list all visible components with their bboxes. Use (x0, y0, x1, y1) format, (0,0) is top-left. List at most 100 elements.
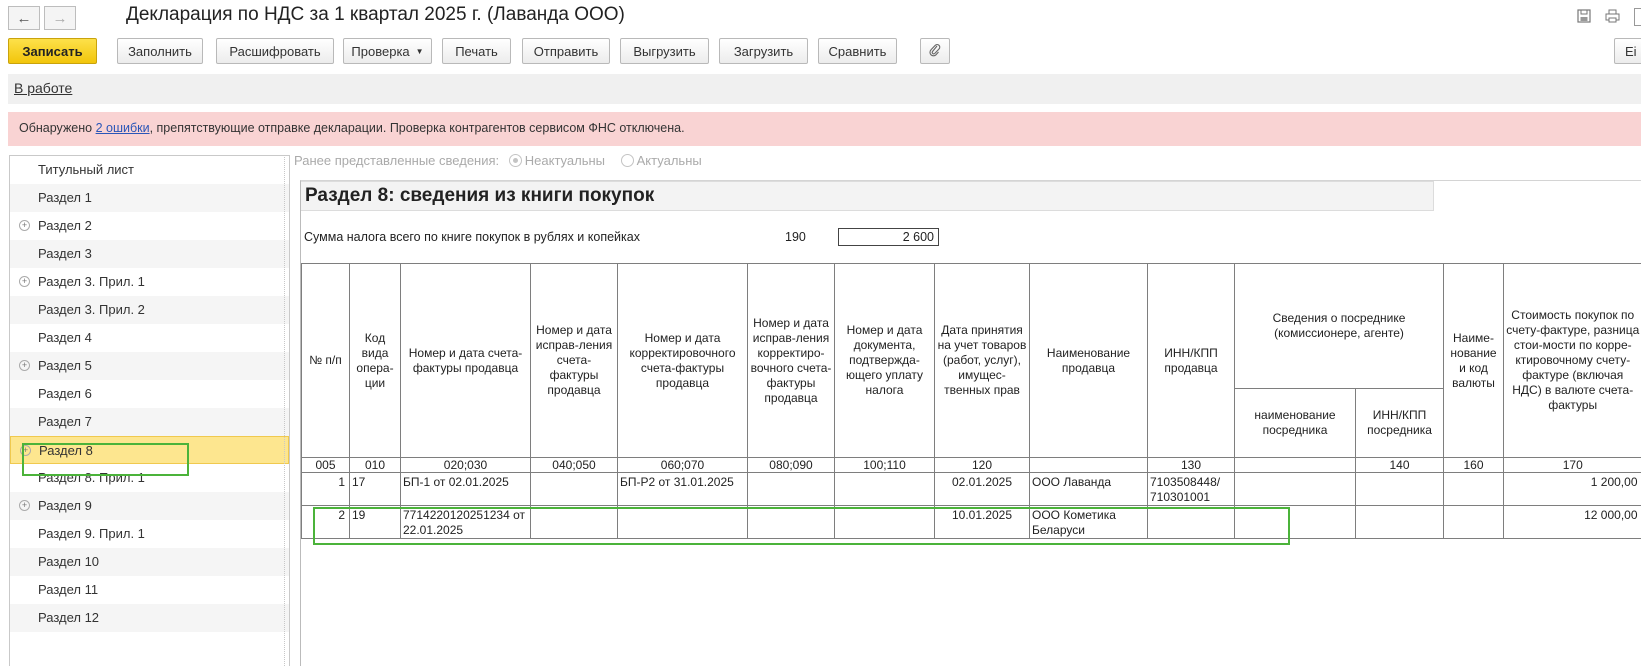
header-agent-name: наименование посредника (1234, 388, 1356, 458)
sidebar-item-label: Раздел 3 (38, 246, 92, 261)
check-dropdown-button[interactable]: Проверка ▼ (343, 38, 432, 64)
cell-invoice[interactable]: БП-1 от 02.01.2025 (400, 472, 531, 506)
code-cell: 040;050 (530, 457, 618, 473)
errors-link[interactable]: 2 ошибки (96, 121, 150, 135)
sidebar-item-section-11[interactable]: Раздел 11 (10, 576, 289, 604)
arrow-right-icon: → (52, 9, 68, 27)
header-agent: Сведения о посреднике (комиссионере, аге… (1234, 263, 1444, 389)
sidebar-item-section-10[interactable]: Раздел 10 (10, 548, 289, 576)
status-link[interactable]: В работе (14, 80, 72, 96)
radio-actual[interactable] (620, 154, 634, 167)
decode-button[interactable]: Расшифровать (216, 38, 334, 64)
sidebar-item-title-page[interactable]: Титульный лист (10, 156, 289, 184)
table-row[interactable]: 1 17 БП-1 от 02.01.2025 БП-Р2 от 31.01.2… (301, 472, 1641, 506)
header-accept-date: Дата принятия на учет товаров (работ, ус… (934, 263, 1030, 458)
sidebar-item-label: Раздел 1 (38, 190, 92, 205)
compare-button[interactable]: Сравнить (818, 38, 897, 64)
sidebar-item-section-3[interactable]: Раздел 3 (10, 240, 289, 268)
cell-currency[interactable] (1443, 505, 1504, 539)
save-button[interactable]: Записать (8, 38, 97, 64)
cell-accept-date[interactable]: 02.01.2025 (934, 472, 1030, 506)
print-button[interactable]: Печать (442, 38, 511, 64)
section-list: Титульный лист Раздел 1 + Раздел 2 Раздел… (9, 155, 290, 666)
import-button[interactable]: Загрузить (719, 38, 808, 64)
fill-button[interactable]: Заполнить (117, 38, 203, 64)
code-cell: 120 (934, 457, 1030, 473)
sidebar-item-label: Титульный лист (38, 162, 135, 177)
error-alert: Обнаружено 2 ошибки, препятствующие отпр… (8, 112, 1641, 146)
cell-agent-name[interactable] (1234, 472, 1356, 506)
sidebar-item-section-7[interactable]: Раздел 7 (10, 408, 289, 436)
cell-cost[interactable]: 1 200,00 (1503, 472, 1641, 506)
radio-outdated-label: Неактуальны (524, 153, 606, 168)
cell-num[interactable]: 1 (301, 472, 350, 506)
tax-sum-value[interactable]: 2 600 (838, 228, 939, 246)
attach-button[interactable] (920, 38, 950, 64)
sidebar-item-section-2[interactable]: + Раздел 2 (10, 212, 289, 240)
sidebar-item-section-1[interactable]: Раздел 1 (10, 184, 289, 212)
sidebar-item-section-9[interactable]: + Раздел 9 (10, 492, 289, 520)
more-button[interactable]: Ei (1614, 38, 1641, 64)
sidebar-item-label: Раздел 10 (38, 554, 100, 569)
tax-sum-label: Сумма налога всего по книге покупок в ру… (304, 230, 640, 244)
back-button[interactable]: ← (8, 6, 40, 30)
panel-splitter[interactable] (284, 155, 285, 666)
cell-correction-fix[interactable] (747, 472, 835, 506)
alert-prefix: Обнаружено (19, 121, 96, 135)
window-title: Декларация по НДС за 1 квартал 2025 г. (… (126, 4, 625, 25)
sidebar-item-label: Раздел 12 (38, 610, 100, 625)
sidebar-item-label: Раздел 4 (38, 330, 92, 345)
arrow-left-icon: ← (16, 9, 32, 27)
header-payment-doc: Номер и дата документа, подтвержда-ющего… (834, 263, 935, 458)
code-cell (1234, 457, 1356, 473)
send-button[interactable]: Отправить (522, 38, 610, 64)
plus-circle-icon[interactable]: + (19, 276, 30, 287)
cell-agent-inn[interactable] (1355, 505, 1444, 539)
sidebar-item-section-3-app-1[interactable]: + Раздел 3. Прил. 1 (10, 268, 289, 296)
printer-icon[interactable] (1604, 9, 1620, 25)
code-cell: 005 (301, 457, 350, 473)
header-agent-inn: ИНН/КПП посредника (1355, 388, 1444, 458)
sidebar-item-label: Раздел 9 (38, 498, 92, 513)
sidebar-item-section-9-app-1[interactable]: Раздел 9. Прил. 1 (10, 520, 289, 548)
header-invoice-fix: Номер и дата исправ-ления счета-фактуры … (530, 263, 618, 458)
code-cell: 160 (1443, 457, 1504, 473)
sidebar-item-label: Раздел 7 (38, 414, 92, 429)
sidebar-item-section-3-app-2[interactable]: Раздел 3. Прил. 2 (10, 296, 289, 324)
header-op-code: Код вида опера-ции (349, 263, 401, 458)
header-invoice: Номер и дата счета-фактуры продавца (400, 263, 531, 458)
sidebar-item-section-6[interactable]: Раздел 6 (10, 380, 289, 408)
plus-circle-icon[interactable]: + (19, 220, 30, 231)
cell-seller-name[interactable]: ООО Лаванда (1029, 472, 1148, 506)
header-seller-inn: ИНН/КПП продавца (1147, 263, 1235, 458)
previous-info-selector: Ранее представленные сведения: Неактуаль… (294, 153, 702, 168)
previous-info-label: Ранее представленные сведения: (294, 153, 500, 168)
sidebar-item-section-4[interactable]: Раздел 4 (10, 324, 289, 352)
cell-currency[interactable] (1443, 472, 1504, 506)
cell-invoice-fix[interactable] (530, 472, 618, 506)
cell-op-code[interactable]: 17 (349, 472, 401, 506)
header-currency: Наиме-нование и код валюты (1443, 263, 1504, 458)
forward-button[interactable]: → (44, 6, 76, 30)
cell-payment-doc[interactable] (834, 472, 935, 506)
page-title: Раздел 8: сведения из книги покупок (301, 181, 1434, 211)
code-cell: 100;110 (834, 457, 935, 473)
plus-circle-icon[interactable]: + (19, 500, 30, 511)
cell-correction-invoice[interactable]: БП-Р2 от 31.01.2025 (617, 472, 748, 506)
radio-outdated[interactable] (508, 154, 522, 167)
export-button[interactable]: Выгрузить (620, 38, 709, 64)
plus-circle-icon[interactable]: + (19, 360, 30, 371)
code-cell: 140 (1355, 457, 1444, 473)
sidebar-item-section-12[interactable]: Раздел 12 (10, 604, 289, 632)
code-cell (1029, 457, 1148, 473)
purchase-book-table: № п/п Код вида опера-ции Номер и дата сч… (301, 263, 1641, 539)
highlight-active-section (22, 443, 189, 476)
code-cell: 170 (1503, 457, 1641, 473)
header-cost: Стоимость покупок по счету-фактуре, разн… (1503, 263, 1641, 458)
cell-agent-inn[interactable] (1355, 472, 1444, 506)
cell-seller-inn[interactable]: 7103508448/ 710301001 (1147, 472, 1235, 506)
floppy-icon[interactable] (1576, 9, 1592, 25)
sidebar-item-label: Раздел 2 (38, 218, 92, 233)
sidebar-item-section-5[interactable]: + Раздел 5 (10, 352, 289, 380)
cell-cost[interactable]: 12 000,00 (1503, 505, 1641, 539)
